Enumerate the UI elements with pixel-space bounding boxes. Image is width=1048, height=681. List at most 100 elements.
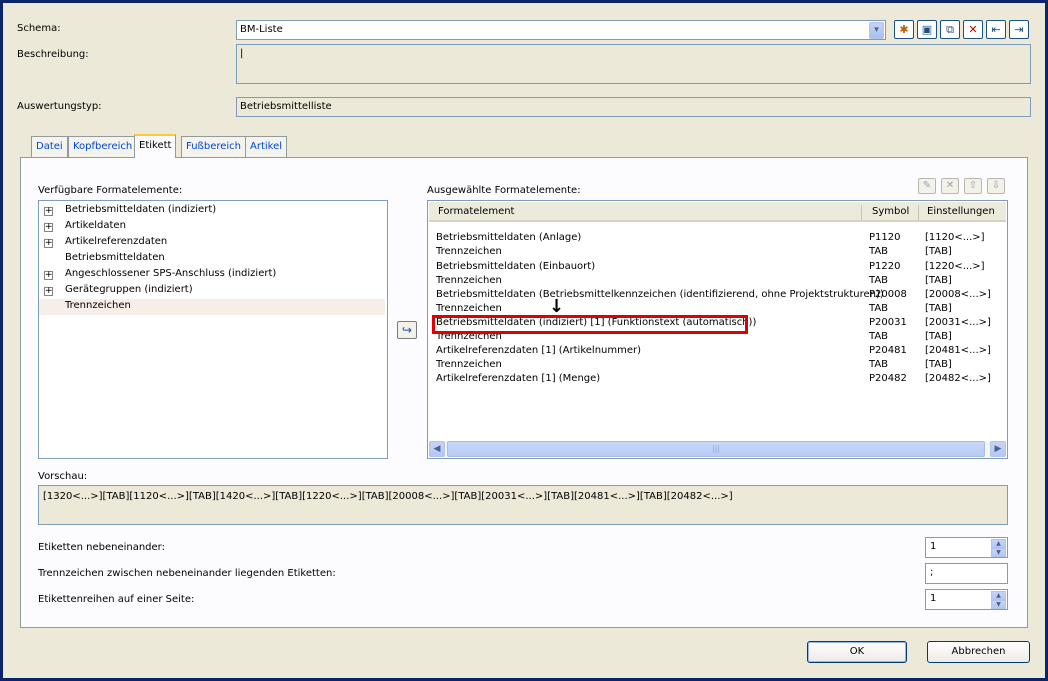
ok-button[interactable]: OK [807,641,907,663]
labels-side-by-side-label: Etiketten nebeneinander: [38,542,165,553]
labels-side-by-side-spinner[interactable]: 1 ▲ ▼ [925,537,1008,558]
column-divider[interactable] [861,205,862,220]
cell-element: Trennzeichen [436,246,502,257]
cell-settings: [TAB] [925,275,952,286]
evaltype-field: Betriebsmittelliste [236,97,1031,117]
cell-settings: [20482<...>] [925,373,991,384]
scroll-right-icon[interactable]: ▶ [990,441,1006,457]
expand-icon[interactable]: + [44,223,53,232]
separator-label: Trennzeichen zwischen nebeneinander lieg… [38,568,336,579]
table-row[interactable]: Betriebsmitteldaten (Einbauort) P1220 [1… [428,261,1007,275]
tree-item[interactable]: Betriebsmitteldaten [39,251,385,267]
scroll-thumb[interactable]: ||| [447,441,985,457]
schema-combobox[interactable]: BM-Liste ▾ [236,20,886,40]
table-row[interactable]: Betriebsmitteldaten (Anlage) P1120 [1120… [428,232,1007,246]
cell-symbol: P20482 [869,373,907,384]
evaltype-label: Auswertungstyp: [17,101,102,112]
description-value: | [240,48,244,59]
cell-element: Betriebsmitteldaten (Anlage) [436,232,582,243]
cell-element: Betriebsmitteldaten (Betriebsmittelkennz… [436,289,884,300]
cell-symbol: TAB [869,303,889,314]
column-header-formatelement[interactable]: Formatelement [438,206,514,217]
cancel-button[interactable]: Abbrechen [927,641,1030,663]
selected-label: Ausgewählte Formatelemente: [427,185,581,196]
column-header-einstellungen[interactable]: Einstellungen [927,206,995,217]
export-icon[interactable]: ⇥ [1009,20,1029,39]
cell-element: Betriebsmitteldaten (Einbauort) [436,261,596,272]
move-down-icon[interactable]: ⇩ [987,178,1005,194]
rows-per-page-value: 1 [930,593,937,604]
tree-item-label: Gerätegruppen (indiziert) [65,284,193,295]
arrow-right-icon: ↪ [401,323,413,337]
cell-settings: [TAB] [925,359,952,370]
cell-settings: [TAB] [925,303,952,314]
schema-value: BM-Liste [240,24,283,35]
scroll-left-icon[interactable]: ◀ [429,441,445,457]
description-label: Beschreibung: [17,49,89,60]
tab-fussbereich[interactable]: Fußbereich [181,136,246,157]
expand-icon[interactable]: + [44,287,53,296]
tree-item-label: Angeschlossener SPS-Anschluss (indiziert… [65,268,277,279]
cell-symbol: TAB [869,359,889,370]
table-row[interactable]: Betriebsmitteldaten (Betriebsmittelkennz… [428,289,1007,303]
expand-icon[interactable]: + [44,239,53,248]
tab-kopfbereich[interactable]: Kopfbereich [68,136,138,157]
rows-per-page-spinner[interactable]: 1 ▲ ▼ [925,589,1008,610]
cell-element: Trennzeichen [436,275,502,286]
tab-artikel[interactable]: Artikel [245,136,288,157]
tree-item[interactable]: + Betriebsmitteldaten (indiziert) [39,203,385,219]
tree-item-label: Artikelreferenzdaten [65,236,168,247]
tab-etikett[interactable]: Etikett [134,134,177,158]
cell-element: Trennzeichen [436,303,502,314]
expand-icon[interactable]: + [44,207,53,216]
copy-icon[interactable]: ⧉ [940,20,960,39]
delete-icon[interactable]: ✕ [963,20,983,39]
chevron-down-icon[interactable]: ▾ [869,22,884,39]
spinner-buttons[interactable]: ▲ ▼ [991,591,1006,609]
column-header-symbol[interactable]: Symbol [872,206,909,217]
move-up-icon[interactable]: ⇧ [964,178,982,194]
new-icon[interactable]: ✱ [894,20,914,39]
add-element-button[interactable]: ↪ [397,321,417,339]
table-row[interactable]: Artikelreferenzdaten [1] (Menge) P20482 … [428,373,1007,387]
remove-icon[interactable]: ✕ [941,178,959,194]
table-row[interactable]: Trennzeichen TAB [TAB] [428,275,1007,289]
spin-up-icon[interactable]: ▲ [991,539,1006,548]
preview-label: Vorschau: [38,471,88,482]
cell-symbol: P20031 [869,317,907,328]
cell-settings: [TAB] [925,246,952,257]
expand-icon[interactable]: + [44,271,53,280]
tree-item-label: Betriebsmitteldaten (indiziert) [65,204,217,215]
spin-down-icon[interactable]: ▼ [991,548,1006,557]
tree-item[interactable]: + Artikelreferenzdaten [39,235,385,251]
rows-per-page-label: Etikettenreihen auf einer Seite: [38,594,195,605]
cell-element: Artikelreferenzdaten [1] (Menge) [436,373,601,384]
spinner-buttons[interactable]: ▲ ▼ [991,539,1006,557]
description-field[interactable]: | [236,44,1031,84]
tree-item[interactable]: + Artikeldaten [39,219,385,235]
tab-datei[interactable]: Datei [31,136,68,157]
column-divider[interactable] [918,205,919,220]
spin-down-icon[interactable]: ▼ [991,600,1006,609]
preview-field: [1320<...>][TAB][1120<...>][TAB][1420<..… [38,485,1008,525]
edit-icon[interactable]: ✎ [918,178,936,194]
table-row[interactable]: Artikelreferenzdaten [1] (Artikelnummer)… [428,345,1007,359]
tree-item-selected[interactable]: Trennzeichen [39,299,385,315]
pointer-arrow-icon: ↓ [549,296,565,317]
highlight-box [432,315,748,334]
separator-input[interactable]: ; [925,563,1008,584]
save-icon[interactable]: ▣ [917,20,937,39]
tree-item-label: Trennzeichen [65,300,131,311]
tree-item[interactable]: + Angeschlossener SPS-Anschluss (indizie… [39,267,385,283]
tree-item-label: Betriebsmitteldaten [65,252,165,263]
selected-grid[interactable]: Formatelement Symbol Einstellungen Betri… [427,200,1008,459]
horizontal-scrollbar[interactable]: ◀ ||| ▶ [429,441,1006,457]
table-row[interactable]: Trennzeichen TAB [TAB] [428,246,1007,260]
import-icon[interactable]: ⇤ [986,20,1006,39]
spin-up-icon[interactable]: ▲ [991,591,1006,600]
available-tree[interactable]: + Betriebsmitteldaten (indiziert) + Arti… [38,200,388,459]
cell-settings: [1120<...>] [925,232,985,243]
tree-item[interactable]: + Gerätegruppen (indiziert) [39,283,385,299]
available-label: Verfügbare Formatelemente: [38,185,183,196]
table-row[interactable]: Trennzeichen TAB [TAB] [428,359,1007,373]
